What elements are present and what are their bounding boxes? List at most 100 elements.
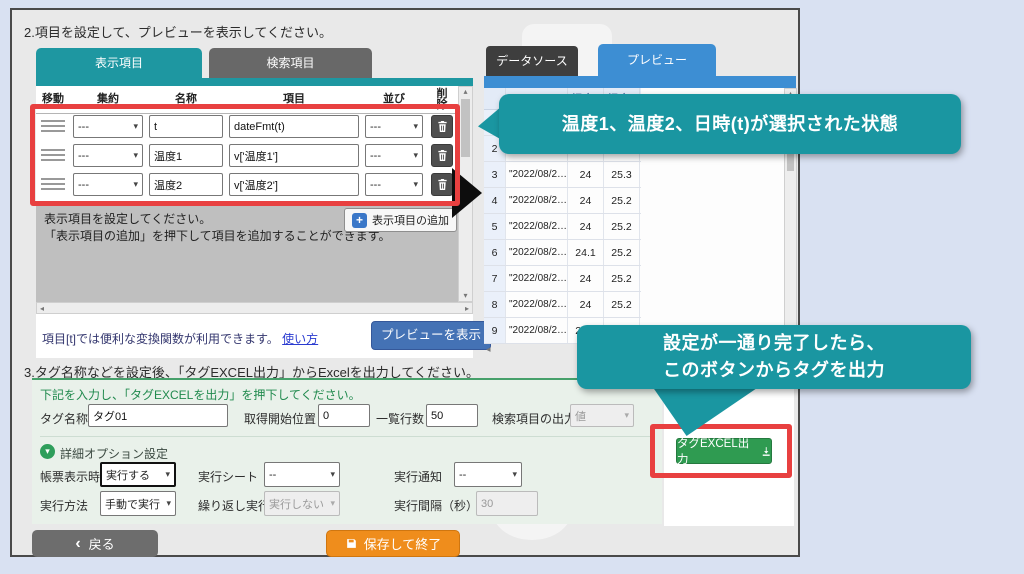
main-dialog: 2.項目を設定して、プレビューを表示してください。 表示項目 検索項目 移動 集… [10, 8, 800, 557]
back-chevron-icon: ‹ [75, 535, 80, 553]
output-callout: 設定が一通り完了したら、 このボタンからタグを出力 [577, 325, 971, 389]
exec-sheet-label: 実行シート [198, 468, 258, 485]
add-display-item-label: 表示項目の追加 [372, 212, 449, 228]
cell-temp1: 24 [568, 266, 604, 291]
report-exec-value: 実行する [106, 467, 150, 483]
repeat-exec-label: 繰り返し実行 [198, 497, 270, 514]
cell-temp1: 24 [568, 162, 604, 187]
table-row: 7"2022/08/2…2425.2 [484, 266, 641, 292]
tab-preview-label: プレビュー [627, 53, 687, 67]
table-row: 4"2022/08/2…2425.2 [484, 188, 641, 214]
save-icon [345, 537, 358, 550]
exec-notify-label: 実行通知 [394, 468, 442, 485]
cell-temp1: 24.1 [568, 240, 604, 265]
row-number: 3 [484, 162, 506, 187]
row-count-input[interactable] [426, 404, 478, 427]
table-row: 5"2022/08/2…2425.2 [484, 214, 641, 240]
scroll-down-arrow-icon[interactable]: ▾ [459, 291, 472, 301]
cell-temp2: 25.2 [604, 188, 640, 213]
output-format-value: 値 [575, 408, 586, 424]
table-row: 8"2022/08/2…2425.2 [484, 292, 641, 318]
output-callout-line2: このボタンからタグを出力 [663, 357, 885, 384]
section2-title: 2.項目を設定して、プレビューを表示してください。 [24, 22, 332, 41]
exec-method-label: 実行方法 [40, 497, 88, 514]
chevron-down-icon: ▾ [512, 469, 517, 480]
cell-temp1: 24 [568, 188, 604, 213]
exec-method-value: 手動で実行 [105, 496, 160, 512]
output-format-select[interactable]: 値▾ [570, 404, 634, 427]
cell-t: "2022/08/2… [506, 240, 568, 265]
tab-search-items-label: 検索項目 [266, 56, 314, 70]
row-number: 4 [484, 188, 506, 213]
cell-temp2: 25.2 [604, 292, 640, 317]
cell-t: "2022/08/2… [506, 188, 568, 213]
output-instruction: 下記を入力し、「タグEXCELを出力」を押下してください。 [40, 386, 361, 403]
cell-temp2: 25.2 [604, 266, 640, 291]
row-number: 5 [484, 214, 506, 239]
config-horizontal-scrollbar[interactable]: ◂ ▸ [36, 302, 473, 314]
scroll-up-arrow-icon[interactable]: ▴ [459, 87, 472, 97]
scrollbar-thumb[interactable] [461, 99, 470, 157]
exec-notify-select[interactable]: -- ▾ [454, 462, 522, 487]
plus-icon: + [352, 213, 367, 228]
repeat-exec-select[interactable]: 実行しない ▾ [264, 491, 340, 516]
table-row: 3"2022/08/2…2425.3 [484, 162, 641, 188]
row-count-label: 一覧行数 [376, 410, 424, 427]
exec-sheet-select[interactable]: -- ▾ [264, 462, 340, 487]
excel-button-highlight-box [650, 424, 792, 478]
chevron-down-icon: ▾ [330, 498, 335, 509]
output-callout-line1: 設定が一通り完了したら、 [663, 330, 885, 357]
tab-search-items[interactable]: 検索項目 [209, 48, 372, 78]
save-label: 保存して終了 [364, 534, 442, 553]
tab-display-items-label: 表示項目 [95, 56, 143, 70]
exec-notify-value: -- [459, 469, 466, 481]
note-text: 項目[t]では便利な変換関数が利用できます。 [42, 332, 279, 346]
cell-temp1: 24 [568, 292, 604, 317]
table-row: 6"2022/08/2…24.125.2 [484, 240, 641, 266]
scroll-right-arrow-icon[interactable]: ▸ [465, 304, 469, 313]
chevron-down-icon: ▾ [165, 469, 170, 480]
selection-callout: 温度1、温度2、日時(t)が選択された状態 [499, 94, 961, 154]
exec-method-select[interactable]: 手動で実行 ▾ [100, 491, 176, 516]
chevron-down-icon: ▾ [166, 498, 171, 509]
scroll-left-arrow-icon[interactable]: ◂ [486, 344, 491, 355]
output-settings-panel: 下記を入力し、「タグEXCELを出力」を押下してください。 タグ名称 取得開始位… [32, 378, 662, 524]
chevron-down-circle-icon[interactable]: ▾ [40, 444, 55, 459]
start-pos-input[interactable] [318, 404, 370, 427]
rows-highlight-box [30, 104, 460, 206]
tag-name-input[interactable] [88, 404, 228, 427]
usage-link[interactable]: 使い方 [282, 332, 318, 346]
back-button[interactable]: ‹ 戻る [32, 530, 158, 557]
cell-temp2: 25.2 [604, 214, 640, 239]
cell-temp2: 25.2 [604, 240, 640, 265]
selection-callout-text: 温度1、温度2、日時(t)が選択された状態 [562, 111, 899, 138]
cell-t: "2022/08/2… [506, 266, 568, 291]
note-bar: 項目[t]では便利な変換関数が利用できます。 使い方 プレビューを表示 [36, 314, 473, 358]
row-number: 9 [484, 318, 506, 343]
tab-datasource-label: データソース [496, 54, 567, 68]
report-exec-select[interactable]: 実行する ▾ [100, 462, 176, 487]
chevron-down-icon: ▾ [330, 469, 335, 480]
advanced-options-label[interactable]: 詳細オプション設定 [60, 445, 168, 462]
repeat-exec-value: 実行しない [269, 496, 324, 512]
tab-datasource[interactable]: データソース [486, 46, 578, 76]
tab-display-items[interactable]: 表示項目 [36, 48, 202, 78]
cell-temp1: 24 [568, 214, 604, 239]
scroll-left-arrow-icon[interactable]: ◂ [40, 304, 44, 313]
exec-interval-input[interactable] [476, 491, 538, 516]
exec-sheet-value: -- [269, 469, 276, 481]
start-pos-label: 取得開始位置 [244, 410, 316, 427]
cell-t: "2022/08/2… [506, 162, 568, 187]
back-label: 戻る [89, 534, 115, 553]
tab-preview[interactable]: プレビュー [598, 44, 716, 76]
show-preview-button[interactable]: プレビューを表示 [371, 321, 491, 350]
active-tab-strip [36, 78, 473, 86]
conversion-note: 項目[t]では便利な変換関数が利用できます。 使い方 [42, 330, 318, 347]
row-number: 7 [484, 266, 506, 291]
add-display-item-button[interactable]: + 表示項目の追加 [344, 208, 457, 232]
cell-t: "2022/08/2… [506, 318, 568, 343]
cell-t: "2022/08/2… [506, 292, 568, 317]
save-and-finish-button[interactable]: 保存して終了 [326, 530, 460, 557]
show-preview-label: プレビューを表示 [381, 328, 481, 342]
tag-name-label: タグ名称 [40, 410, 88, 427]
